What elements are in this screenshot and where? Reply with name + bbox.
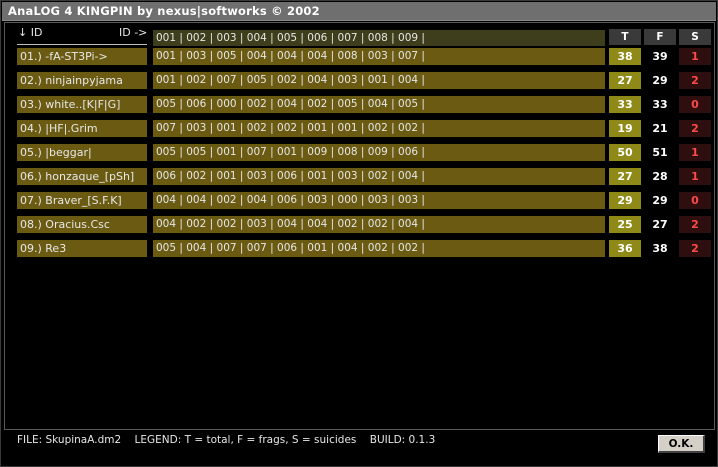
suicides-value: 1: [679, 168, 711, 185]
file-label: FILE: SkupinaA.dm2: [17, 434, 122, 446]
player-name: 08.) Oracius.Csc: [17, 216, 147, 233]
player-name: 05.) |beggar|: [17, 144, 147, 161]
kill-matrix-row: 007 | 003 | 001 | 002 | 002 | 001 | 001 …: [153, 120, 605, 137]
kill-matrix-row: 006 | 002 | 001 | 003 | 006 | 001 | 003 …: [153, 168, 605, 185]
frags-value: 27: [644, 216, 676, 233]
frags-value: 51: [644, 144, 676, 161]
player-name: 04.) |HF|.Grim: [17, 120, 147, 137]
total-column-header: T: [609, 29, 641, 45]
suicides-value: 2: [679, 72, 711, 89]
frags-value: 29: [644, 192, 676, 209]
legend-label: LEGEND: T = total, F = frags, S = suicid…: [134, 434, 357, 446]
player-name: 01.) -fA-ST3Pi->: [17, 48, 147, 65]
player-name: 06.) honzaque_[pSh]: [17, 168, 147, 185]
kill-matrix-row: 005 | 004 | 007 | 007 | 006 | 001 | 004 …: [153, 240, 605, 257]
suicides-value: 2: [679, 216, 711, 233]
suicides-value: 2: [679, 240, 711, 257]
frags-value: 29: [644, 72, 676, 89]
total-value: 25: [609, 216, 641, 233]
frags-value: 38: [644, 240, 676, 257]
kill-matrix-row: 005 | 005 | 001 | 007 | 001 | 009 | 008 …: [153, 144, 605, 161]
kill-matrix-row: 001 | 002 | 007 | 005 | 002 | 004 | 003 …: [153, 72, 605, 89]
kill-matrix-row: 001 | 003 | 005 | 004 | 004 | 004 | 008 …: [153, 48, 605, 65]
suicides-value: 1: [679, 48, 711, 65]
opponent-id-header: 001 | 002 | 003 | 004 | 005 | 006 | 007 …: [153, 30, 605, 46]
id-column-header: ↓ ID: [18, 26, 43, 39]
kill-matrix-row: 004 | 002 | 002 | 003 | 004 | 004 | 002 …: [153, 216, 605, 233]
kill-matrix-row: 005 | 006 | 000 | 002 | 004 | 002 | 005 …: [153, 96, 605, 113]
app-window: AnaLOG 4 KINGPIN by nexus|softworks © 20…: [0, 0, 718, 467]
frags-value: 33: [644, 96, 676, 113]
suicides-column-header: S: [679, 29, 711, 45]
total-value: 50: [609, 144, 641, 161]
title-bar[interactable]: AnaLOG 4 KINGPIN by nexus|softworks © 20…: [2, 2, 716, 21]
ok-button[interactable]: O.K.: [658, 435, 705, 453]
frags-value: 21: [644, 120, 676, 137]
window-title: AnaLOG 4 KINGPIN by nexus|softworks © 20…: [8, 4, 320, 18]
total-value: 27: [609, 72, 641, 89]
frags-value: 39: [644, 48, 676, 65]
total-value: 29: [609, 192, 641, 209]
total-value: 36: [609, 240, 641, 257]
player-name: 09.) Re3: [17, 240, 147, 257]
player-name: 07.) Braver_[S.F.K]: [17, 192, 147, 209]
build-label: BUILD: 0.1.3: [369, 434, 436, 446]
suicides-value: 2: [679, 120, 711, 137]
kill-matrix-row: 004 | 004 | 002 | 004 | 006 | 003 | 000 …: [153, 192, 605, 209]
total-value: 19: [609, 120, 641, 137]
total-value: 33: [609, 96, 641, 113]
suicides-value: 1: [679, 144, 711, 161]
status-footer: FILE: SkupinaA.dm2 LEGEND: T = total, F …: [17, 434, 445, 446]
frags-value: 28: [644, 168, 676, 185]
suicides-value: 0: [679, 192, 711, 209]
id-row-header: ID ->: [119, 26, 148, 39]
player-name: 03.) white..[K|F|G]: [17, 96, 147, 113]
total-value: 38: [609, 48, 641, 65]
frags-column-header: F: [644, 29, 676, 45]
player-name: 02.) ninjainpyjama: [17, 72, 147, 89]
total-value: 27: [609, 168, 641, 185]
header-divider: [17, 44, 147, 45]
suicides-value: 0: [679, 96, 711, 113]
